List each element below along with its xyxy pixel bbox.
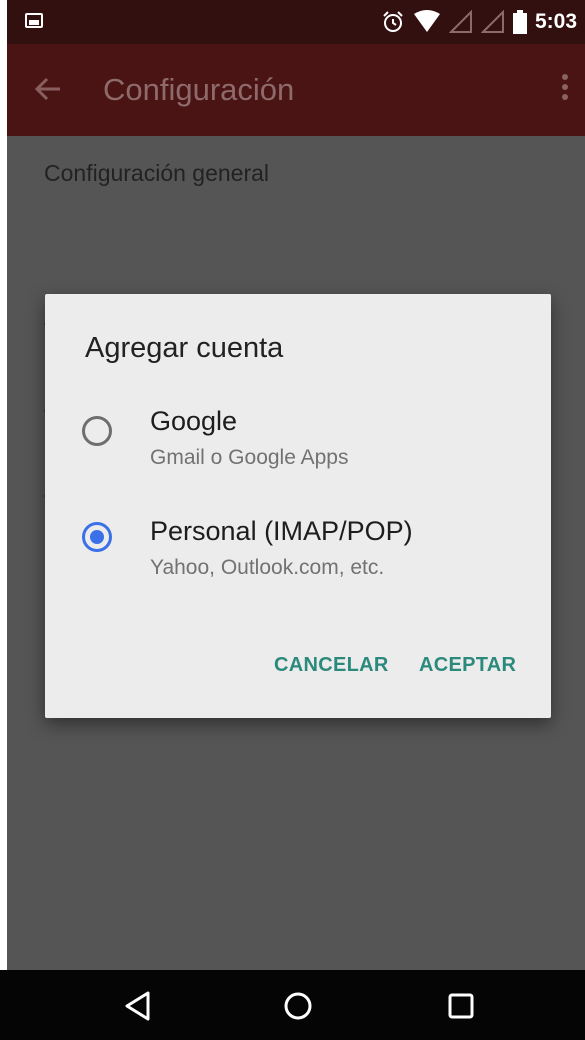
phone-frame: 5:03 Configuración Configuración general…: [0, 0, 585, 1040]
option-label: Personal (IMAP/POP): [150, 516, 413, 546]
accept-button[interactable]: ACEPTAR: [419, 654, 516, 677]
signal-icon: [480, 10, 504, 33]
arrow-back-icon[interactable]: [33, 74, 67, 106]
clock: 5:03: [534, 10, 577, 33]
option-label: Google: [150, 406, 238, 436]
radio-personal[interactable]: [82, 522, 112, 552]
section-title: Configuración general: [44, 160, 270, 186]
battery-icon: [512, 10, 527, 34]
radio-google[interactable]: [82, 416, 112, 446]
more-vert-icon[interactable]: [561, 74, 569, 104]
page-title: Configuración: [103, 72, 295, 107]
option-google[interactable]: Google Gmail o Google Apps: [45, 394, 551, 484]
option-sublabel: Yahoo, Outlook.com, etc.: [150, 556, 385, 579]
status-icons: 5:03: [381, 8, 577, 36]
dialog-title: Agregar cuenta: [85, 332, 284, 364]
option-personal[interactable]: Personal (IMAP/POP) Yahoo, Outlook.com, …: [45, 504, 551, 594]
signal-icon: [448, 10, 472, 33]
status-bar: 5:03: [7, 0, 585, 44]
app-bar: Configuración: [7, 44, 585, 136]
home-circle-icon[interactable]: [282, 990, 314, 1022]
recents-square-icon[interactable]: [445, 990, 477, 1022]
photo-icon: [25, 13, 43, 28]
cancel-button[interactable]: CANCELAR: [274, 654, 389, 677]
navigation-bar: [0, 970, 585, 1040]
option-sublabel: Gmail o Google Apps: [150, 446, 349, 469]
wifi-icon: [413, 10, 440, 32]
add-account-dialog: Agregar cuenta Google Gmail o Google App…: [45, 294, 551, 718]
alarm-icon: [383, 11, 403, 32]
back-triangle-icon[interactable]: [122, 990, 154, 1022]
screen: 5:03 Configuración Configuración general…: [7, 0, 585, 1040]
